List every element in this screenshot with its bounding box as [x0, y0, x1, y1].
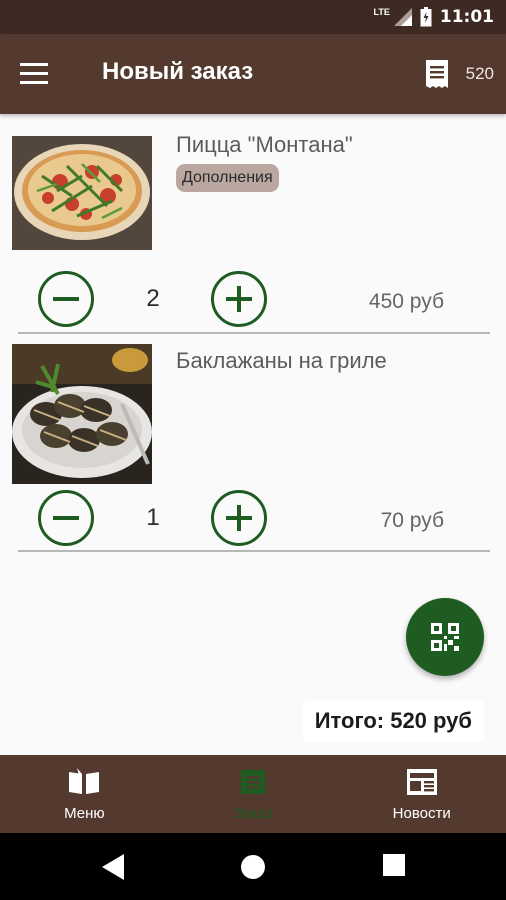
order-receipt-button[interactable]: [424, 59, 450, 89]
quantity-value: 1: [146, 504, 160, 531]
eggplant-image: [12, 344, 152, 484]
minus-icon: [53, 516, 79, 520]
receipt-icon: [241, 770, 265, 794]
signal-icon: [393, 8, 412, 26]
nav-item-news[interactable]: Новости: [337, 755, 506, 833]
item-price: 450 руб: [368, 290, 444, 313]
app-bar: Новый заказ 520: [0, 34, 506, 114]
nav-item-order[interactable]: Заказ: [169, 755, 338, 833]
status-bar: LTE 11:01: [0, 0, 506, 34]
item-divider: [18, 332, 490, 334]
book-icon: [69, 768, 100, 794]
addons-chip[interactable]: Дополнения: [176, 164, 279, 192]
item-divider: [18, 550, 490, 552]
order-total: Итого: 520 руб: [302, 700, 484, 742]
pizza-image: [12, 136, 152, 250]
nav-label-order: Заказ: [233, 805, 273, 822]
quantity-value: 2: [146, 285, 160, 312]
qr-code-icon: [431, 623, 459, 651]
battery-icon: [420, 7, 432, 27]
home-icon[interactable]: [240, 854, 266, 880]
minus-icon: [53, 297, 79, 301]
order-count: 520: [465, 64, 494, 83]
increase-quantity-button[interactable]: [211, 271, 267, 327]
increase-quantity-button[interactable]: [211, 490, 267, 546]
order-item-eggplant: Баклажаны на гриле 1 70 руб: [0, 336, 506, 556]
decrease-quantity-button[interactable]: [38, 271, 94, 327]
newspaper-icon: [406, 769, 437, 795]
receipt-icon: [426, 60, 448, 88]
plus-icon-vertical: [237, 505, 241, 531]
menu-button[interactable]: [20, 60, 58, 90]
nav-label-news: Новости: [392, 805, 451, 822]
back-icon[interactable]: [102, 854, 126, 880]
order-item-pizza: Пицца "Монтана" Дополнения 2 450 руб: [0, 118, 506, 336]
decrease-quantity-button[interactable]: [38, 490, 94, 546]
page-title: Новый заказ: [102, 58, 254, 85]
lte-label: LTE: [373, 7, 390, 17]
nav-item-menu[interactable]: Меню: [0, 755, 169, 833]
nav-label-menu: Меню: [64, 805, 105, 822]
item-price: 70 руб: [380, 509, 444, 532]
clock: 11:01: [439, 7, 494, 27]
item-name: Пицца "Монтана": [176, 132, 353, 157]
plus-icon-vertical: [237, 286, 241, 312]
item-name: Баклажаны на гриле: [176, 348, 387, 373]
order-list: Пицца "Монтана" Дополнения 2 450 руб Бак…: [0, 118, 506, 556]
bottom-navigation: Меню Заказ Новости: [0, 755, 506, 833]
system-navigation-bar: [0, 833, 506, 900]
qr-scan-button[interactable]: [406, 598, 484, 676]
hamburger-icon: [20, 63, 48, 84]
recents-icon[interactable]: [383, 854, 405, 876]
